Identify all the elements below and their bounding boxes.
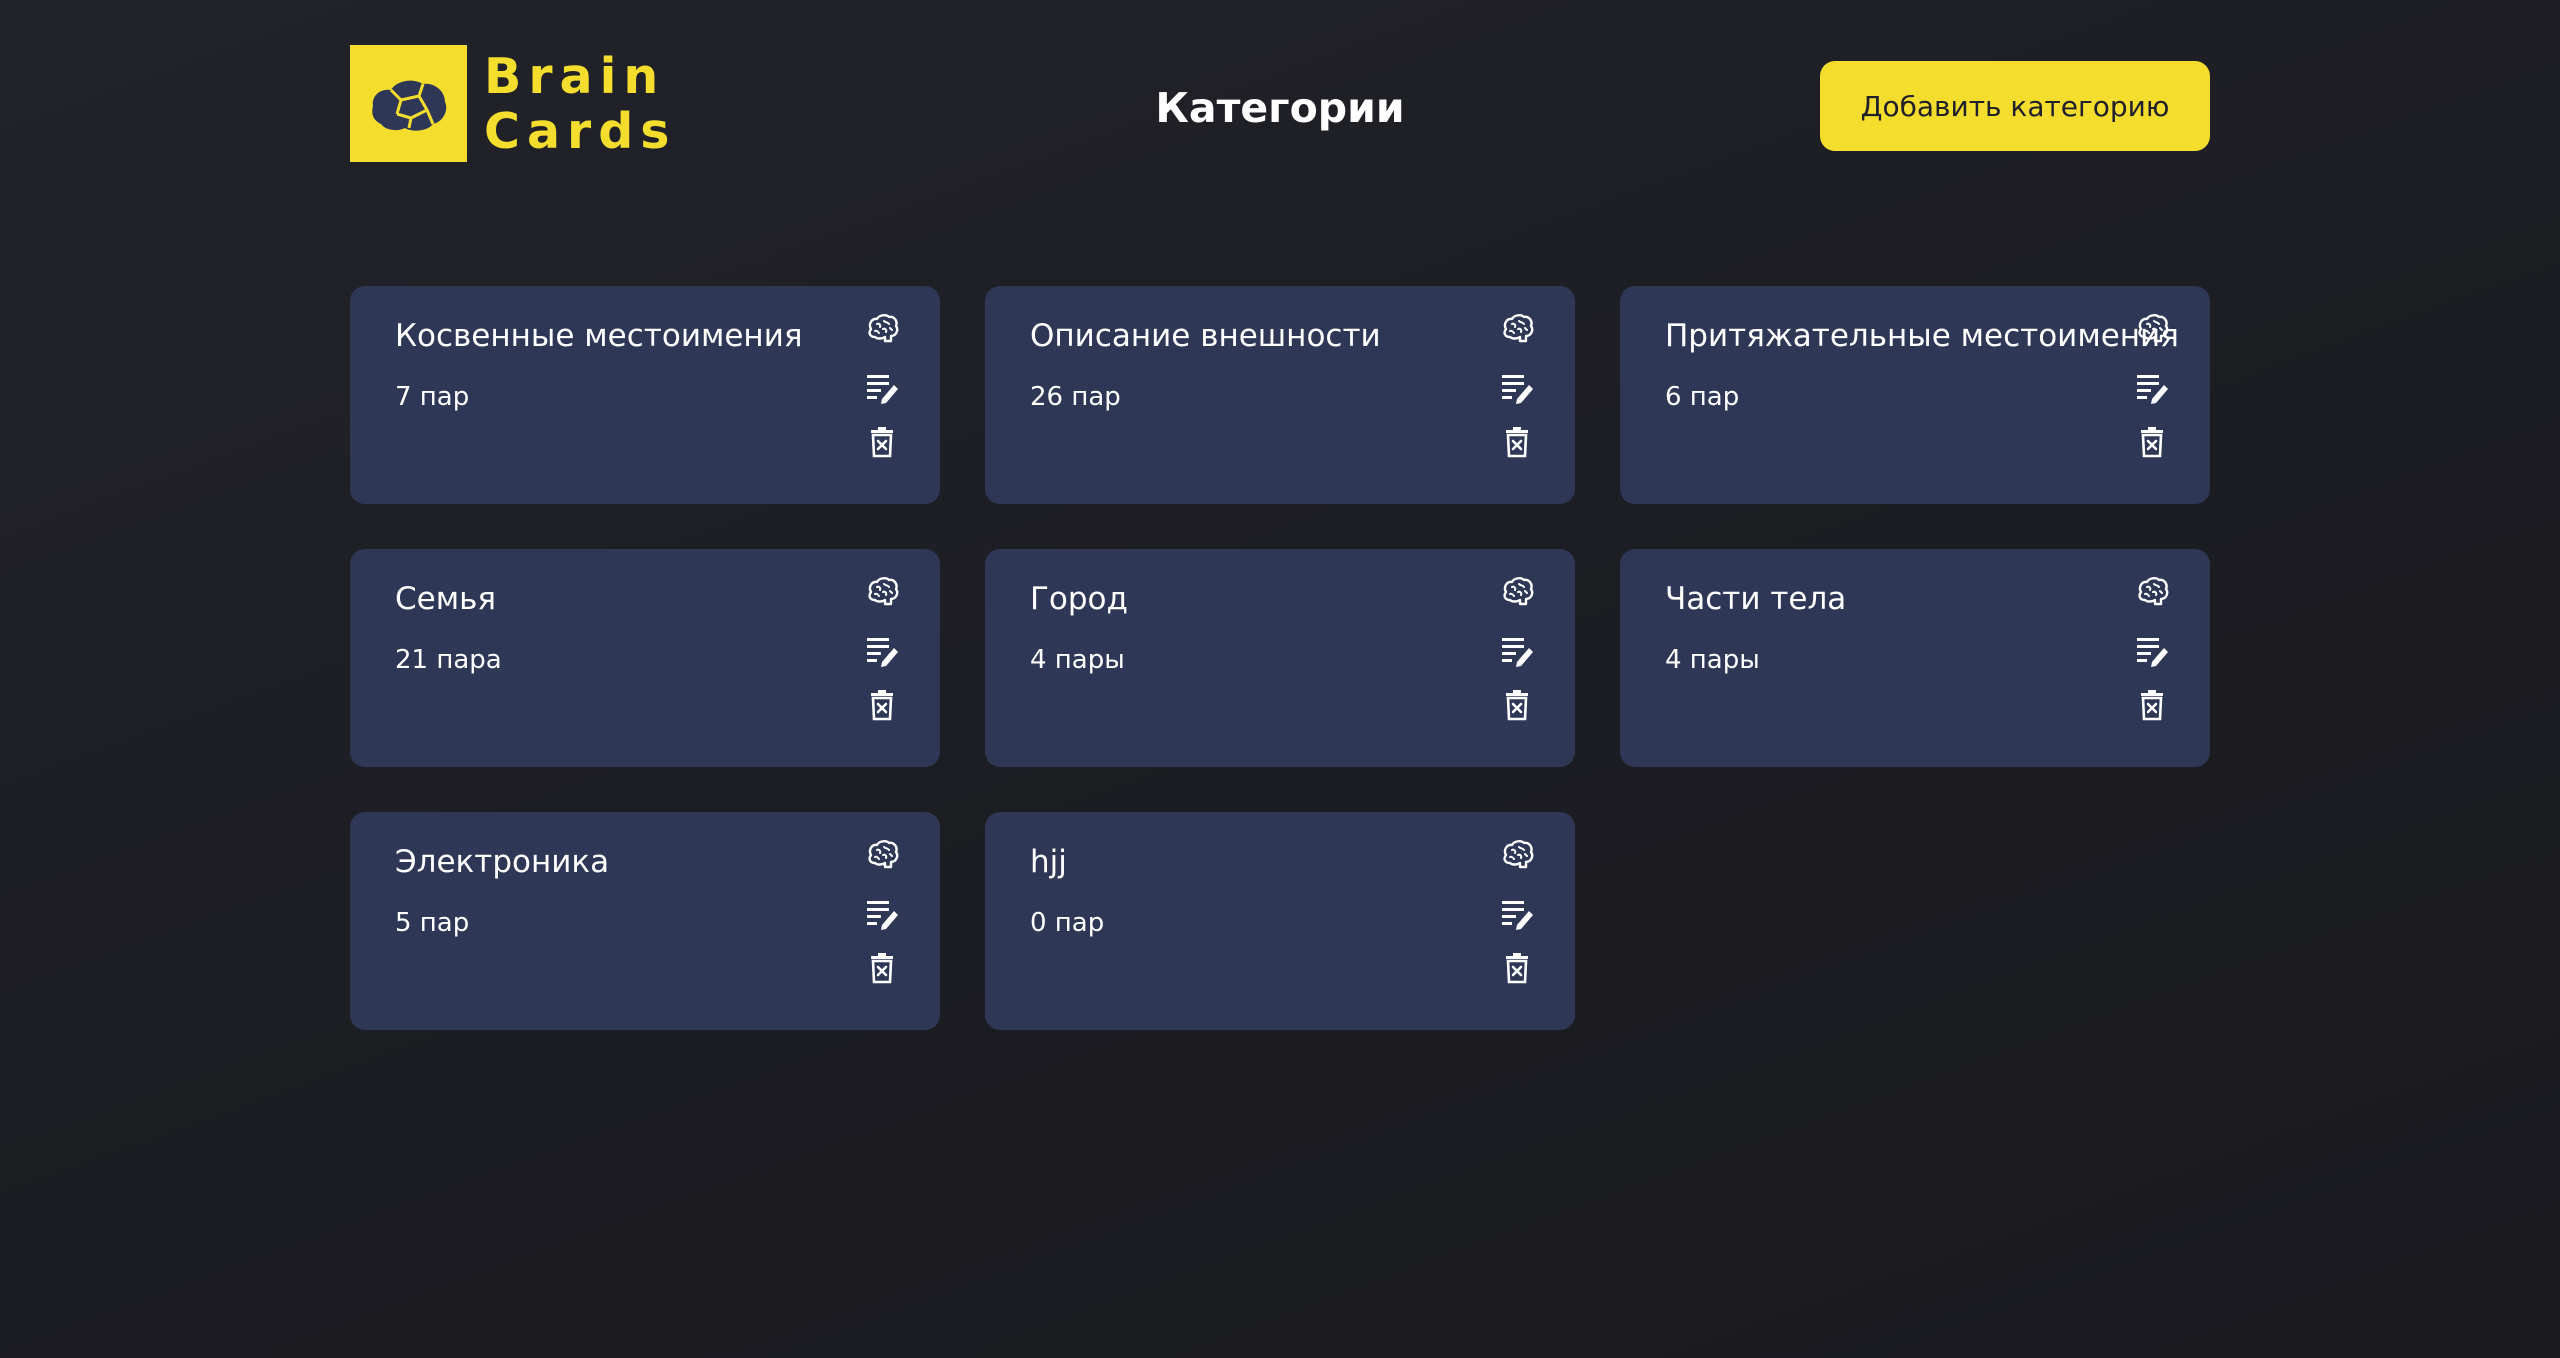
category-title[interactable]: Семья <box>395 579 496 619</box>
trash-icon <box>868 952 896 984</box>
category-card[interactable]: Косвенные местоимения 7 пар <box>350 286 940 504</box>
category-title[interactable]: Электроника <box>395 842 609 882</box>
edit-list-icon <box>2134 634 2170 668</box>
edit-button[interactable] <box>862 368 902 408</box>
delete-button[interactable] <box>2132 422 2172 462</box>
category-pair-count: 5 пар <box>395 908 470 938</box>
trash-icon <box>1503 952 1531 984</box>
category-pair-count: 4 пары <box>1665 645 1760 675</box>
add-category-button[interactable]: Добавить категорию <box>1820 61 2210 151</box>
study-button[interactable] <box>1497 571 1537 611</box>
category-title[interactable]: Части тела <box>1665 579 1846 619</box>
edit-button[interactable] <box>2132 631 2172 671</box>
delete-button[interactable] <box>1497 685 1537 725</box>
edit-list-icon <box>864 897 900 931</box>
category-pair-count: 7 пар <box>395 382 470 412</box>
categories-grid: Косвенные местоимения 7 пар Описание вне… <box>350 286 2210 1030</box>
category-card[interactable]: Описание внешности 26 пар <box>985 286 1575 504</box>
app-container: Brain Cards Категории Добавить категорию… <box>350 0 2210 1030</box>
trash-icon <box>1503 689 1531 721</box>
edit-button[interactable] <box>862 894 902 934</box>
delete-button[interactable] <box>862 422 902 462</box>
category-pair-count: 6 пар <box>1665 382 1740 412</box>
edit-list-icon <box>1499 371 1535 405</box>
study-button[interactable] <box>2132 571 2172 611</box>
edit-button[interactable] <box>1497 368 1537 408</box>
brain-icon <box>2134 575 2170 607</box>
brain-icon <box>2134 312 2170 344</box>
delete-button[interactable] <box>2132 685 2172 725</box>
edit-button[interactable] <box>2132 368 2172 408</box>
category-card[interactable]: Электроника 5 пар <box>350 812 940 1030</box>
trash-icon <box>868 689 896 721</box>
trash-icon <box>868 426 896 458</box>
study-button[interactable] <box>862 571 902 611</box>
edit-list-icon <box>1499 634 1535 668</box>
brain-icon <box>1499 312 1535 344</box>
category-pair-count: 0 пар <box>1030 908 1105 938</box>
category-card[interactable]: hjj 0 пар <box>985 812 1575 1030</box>
edit-button[interactable] <box>1497 631 1537 671</box>
brain-icon <box>864 312 900 344</box>
study-button[interactable] <box>862 834 902 874</box>
study-button[interactable] <box>1497 834 1537 874</box>
category-card[interactable]: Город 4 пары <box>985 549 1575 767</box>
edit-button[interactable] <box>1497 894 1537 934</box>
brain-icon <box>864 575 900 607</box>
category-title[interactable]: Описание внешности <box>1030 316 1381 356</box>
category-pair-count: 26 пар <box>1030 382 1121 412</box>
category-pair-count: 21 пара <box>395 645 502 675</box>
header: Brain Cards Категории Добавить категорию <box>350 0 2210 215</box>
trash-icon <box>2138 426 2166 458</box>
brain-icon <box>1499 575 1535 607</box>
edit-list-icon <box>2134 371 2170 405</box>
study-button[interactable] <box>1497 308 1537 348</box>
study-button[interactable] <box>2132 308 2172 348</box>
trash-icon <box>2138 689 2166 721</box>
edit-button[interactable] <box>862 631 902 671</box>
category-card[interactable]: Части тела 4 пары <box>1620 549 2210 767</box>
delete-button[interactable] <box>862 685 902 725</box>
category-title[interactable]: hjj <box>1030 842 1067 882</box>
trash-icon <box>1503 426 1531 458</box>
brain-icon <box>1499 838 1535 870</box>
category-card[interactable]: Притяжательные местоимения 6 пар <box>1620 286 2210 504</box>
delete-button[interactable] <box>1497 422 1537 462</box>
study-button[interactable] <box>862 308 902 348</box>
category-title[interactable]: Город <box>1030 579 1128 619</box>
category-title[interactable]: Притяжательные местоимения <box>1665 316 2179 356</box>
edit-list-icon <box>1499 897 1535 931</box>
category-title[interactable]: Косвенные местоимения <box>395 316 803 356</box>
delete-button[interactable] <box>862 948 902 988</box>
category-card[interactable]: Семья 21 пара <box>350 549 940 767</box>
edit-list-icon <box>864 634 900 668</box>
category-pair-count: 4 пары <box>1030 645 1125 675</box>
brain-icon <box>864 838 900 870</box>
delete-button[interactable] <box>1497 948 1537 988</box>
edit-list-icon <box>864 371 900 405</box>
